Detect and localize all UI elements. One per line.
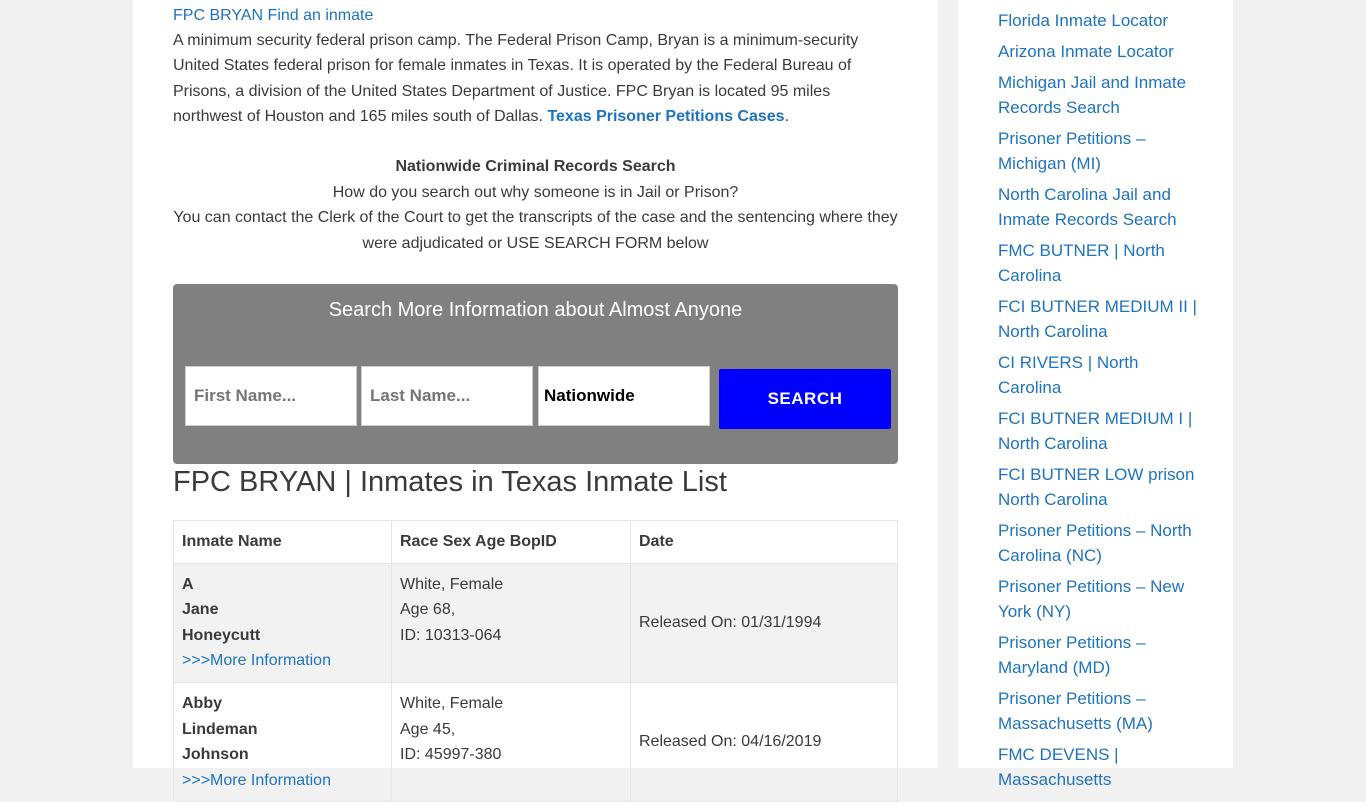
inmate-middle-name: Jane: [182, 601, 219, 619]
list-item: Prisoner Petitions – Maryland (MD): [998, 630, 1198, 680]
inmate-date-cell: Released On: 04/16/2019: [630, 681, 898, 802]
inmate-last-name: Honeycutt: [182, 626, 261, 644]
texas-petitions-link[interactable]: Texas Prisoner Petitions Cases: [547, 108, 784, 125]
column-header-date: Date: [630, 520, 898, 564]
sidebar-link-petitions-ma[interactable]: Prisoner Petitions – Massachusetts (MA): [998, 689, 1153, 733]
list-item: FMC DEVENS | Massachusetts: [998, 742, 1198, 792]
find-inmate-link[interactable]: FPC BRYAN Find an inmate: [173, 4, 898, 28]
records-question: How do you search out why someone is in …: [332, 183, 739, 201]
inmate-age: Age 68,: [400, 601, 456, 619]
inmate-details-cell: White, Female Age 68, ID: 10313-064: [391, 562, 631, 683]
search-button[interactable]: SEARCH: [719, 369, 891, 429]
article-content: FPC BRYAN Find an inmate A minimum secur…: [173, 4, 898, 802]
records-heading: Nationwide Criminal Records Search: [395, 158, 676, 176]
inmate-first-name: Abby: [182, 694, 222, 712]
list-item: CI RIVERS | North Carolina: [998, 350, 1198, 400]
list-item: Prisoner Petitions – New York (NY): [998, 574, 1198, 624]
sidebar-link-fci-butner-medium-ii[interactable]: FCI BUTNER MEDIUM II | North Carolina: [998, 297, 1197, 341]
sidebar: Florida Inmate Locator Arizona Inmate Lo…: [958, 0, 1233, 789]
inmate-id: ID: 10313-064: [400, 626, 502, 644]
table-row: Abby Lindeman Johnson >>>More Informatio…: [173, 681, 898, 802]
main-content: FPC BRYAN Find an inmate A minimum secur…: [133, 0, 938, 802]
inmate-race-sex: White, Female: [400, 575, 504, 593]
search-form: Search More Information about Almost Any…: [173, 284, 898, 464]
inmate-name-cell: A Jane Honeycutt >>>More Information: [173, 562, 392, 683]
list-item: FCI BUTNER MEDIUM II | North Carolina: [998, 294, 1198, 344]
last-name-input[interactable]: Last Name...: [361, 366, 533, 426]
inmate-first-name: A: [182, 575, 194, 593]
state-select[interactable]: Nationwide: [538, 366, 710, 426]
sidebar-link-fci-butner-low[interactable]: FCI BUTNER LOW prison North Carolina: [998, 465, 1194, 509]
intro-paragraph: A minimum security federal prison camp. …: [173, 28, 898, 129]
list-item: Prisoner Petitions – Michigan (MI): [998, 126, 1198, 176]
list-item: Arizona Inmate Locator: [998, 39, 1198, 64]
more-information-link[interactable]: >>>More Information: [182, 652, 331, 669]
table-header-row: Inmate Name Race Sex Age BopID Date: [173, 520, 898, 564]
intro-period: .: [784, 107, 790, 125]
sidebar-link-petitions-mi[interactable]: Prisoner Petitions – Michigan (MI): [998, 129, 1145, 173]
column-header-name: Inmate Name: [173, 520, 392, 564]
records-search-info: Nationwide Criminal Records Search How d…: [173, 154, 898, 256]
search-form-title: Search More Information about Almost Any…: [328, 299, 743, 321]
list-item: FCI BUTNER LOW prison North Carolina: [998, 462, 1198, 512]
list-item: Michigan Jail and Inmate Records Search: [998, 70, 1198, 120]
list-item: FMC BUTNER | North Carolina: [998, 238, 1198, 288]
page-title: FPC BRYAN | Inmates in Texas Inmate List: [173, 466, 727, 498]
sidebar-link-ci-rivers[interactable]: CI RIVERS | North Carolina: [998, 353, 1138, 397]
more-information-link[interactable]: >>>More Information: [182, 772, 331, 789]
records-instructions: You can contact the Clerk of the Court t…: [173, 209, 898, 252]
inmate-id: ID: 45997-380: [400, 746, 502, 764]
sidebar-link-list: Florida Inmate Locator Arizona Inmate Lo…: [998, 8, 1198, 798]
first-name-input[interactable]: First Name...: [185, 366, 357, 426]
sidebar-link-fmc-butner[interactable]: FMC BUTNER | North Carolina: [998, 241, 1165, 285]
sidebar-link-petitions-nc[interactable]: Prisoner Petitions – North Carolina (NC): [998, 521, 1192, 565]
sidebar-link-petitions-ny[interactable]: Prisoner Petitions – New York (NY): [998, 577, 1184, 621]
inmate-details-cell: White, Female Age 45, ID: 45997-380: [391, 681, 631, 802]
list-item: Florida Inmate Locator: [998, 8, 1198, 33]
list-item: Prisoner Petitions – North Carolina (NC): [998, 518, 1198, 568]
list-item: FCI BUTNER MEDIUM I | North Carolina: [998, 406, 1198, 456]
sidebar-link-nc-records[interactable]: North Carolina Jail and Inmate Records S…: [998, 185, 1177, 229]
sidebar-link-florida[interactable]: Florida Inmate Locator: [998, 11, 1168, 30]
column-header-details: Race Sex Age BopID: [391, 520, 631, 564]
inmate-age: Age 45,: [400, 720, 456, 738]
inmate-name-cell: Abby Lindeman Johnson >>>More Informatio…: [173, 681, 392, 802]
sidebar-link-fci-butner-medium-i[interactable]: FCI BUTNER MEDIUM I | North Carolina: [998, 409, 1192, 453]
sidebar-link-arizona[interactable]: Arizona Inmate Locator: [998, 42, 1174, 61]
inmate-middle-name: Lindeman: [182, 720, 258, 738]
inmate-race-sex: White, Female: [400, 694, 504, 712]
inmate-table: Inmate Name Race Sex Age BopID Date A Ja…: [173, 520, 898, 802]
list-item: Prisoner Petitions – Massachusetts (MA): [998, 686, 1198, 736]
inmate-last-name: Johnson: [182, 746, 249, 764]
table-row: A Jane Honeycutt >>>More Information Whi…: [173, 562, 898, 683]
list-item: North Carolina Jail and Inmate Records S…: [998, 182, 1198, 232]
sidebar-link-michigan-records[interactable]: Michigan Jail and Inmate Records Search: [998, 73, 1186, 117]
inmate-date-cell: Released On: 01/31/1994: [630, 562, 898, 683]
sidebar-link-fmc-devens[interactable]: FMC DEVENS | Massachusetts: [998, 745, 1119, 789]
sidebar-link-petitions-md[interactable]: Prisoner Petitions – Maryland (MD): [998, 633, 1145, 677]
